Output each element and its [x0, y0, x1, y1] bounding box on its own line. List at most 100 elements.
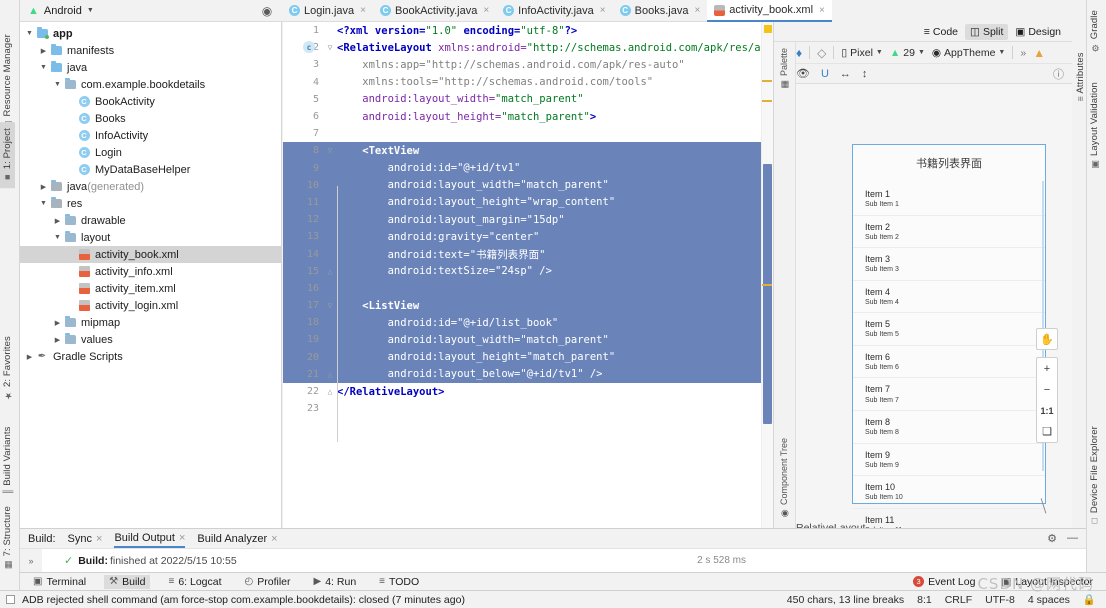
tool-window-run[interactable]: ▶ 4: Run [309, 575, 362, 589]
code-line-22[interactable]: 22 △ </RelativeLayout> [283, 383, 773, 400]
tree-item-mydatabasehelper[interactable]: C MyDataBaseHelper [20, 161, 281, 178]
right-tab-layout-validation[interactable]: ▣ Layout Validation [1087, 76, 1102, 175]
tool-window-event-log[interactable]: 3 Event Log [908, 575, 980, 589]
code-line-5[interactable]: 5 android:layout_width="match_parent" [283, 91, 773, 108]
code-line-13[interactable]: 13 android:gravity="center" [283, 228, 773, 246]
vertical-align-icon[interactable]: ↕ [862, 68, 868, 80]
file-encoding[interactable]: UTF-8 [985, 594, 1015, 606]
tree-item-values[interactable]: ▶ values [20, 331, 281, 348]
zoom-in-button[interactable]: + [1037, 358, 1057, 379]
right-tab-device-file-explorer[interactable]: □ Device File Explorer [1087, 420, 1102, 532]
close-icon[interactable]: × [360, 5, 366, 16]
tool-window-terminal[interactable]: ▣ Terminal [28, 575, 91, 589]
tree-item-bookactivity[interactable]: C BookActivity [20, 93, 281, 110]
code-fold-toggle[interactable]: △ [325, 370, 335, 379]
code-fold-toggle[interactable]: ▽ [325, 43, 335, 52]
horizontal-align-icon[interactable]: ↔ [840, 68, 851, 80]
twisty-expanded-icon[interactable]: ▼ [52, 81, 63, 88]
code-line-19[interactable]: 19 android:layout_width="match_parent" [283, 331, 773, 349]
code-line-18[interactable]: 18 android:id="@+id/list_book" [283, 314, 773, 332]
twisty-expanded-icon[interactable]: ▼ [24, 30, 35, 37]
warning-icon[interactable]: ▲ [1033, 46, 1045, 60]
blueprint-icon[interactable]: ◇ [817, 46, 826, 60]
device-preview[interactable]: 书籍列表界面 Item 1 Sub Item 1 Item 2 Sub Item 2I… [852, 144, 1046, 528]
code-line-23[interactable]: 23 [283, 400, 773, 417]
close-icon[interactable]: × [694, 5, 700, 16]
code-fold-toggle[interactable]: △ [325, 387, 335, 396]
palette-tab[interactable]: ▦ Palette [779, 48, 789, 89]
tree-item-books[interactable]: C Books [20, 110, 281, 127]
editor-tab-books-java[interactable]: C Books.java × [612, 0, 708, 22]
tree-item-infoactivity[interactable]: C InfoActivity [20, 127, 281, 144]
tree-item-java[interactable]: ▶ java (generated) [20, 178, 281, 195]
tree-item-login[interactable]: C Login [20, 144, 281, 161]
twisty-expanded-icon[interactable]: ▼ [52, 234, 63, 241]
tree-item-activity-info-xml[interactable]: activity_info.xml [20, 263, 281, 280]
tool-window-todo[interactable]: ≡ TODO [374, 575, 424, 589]
left-tab-structure[interactable]: ▦ 7: Structure [0, 500, 15, 575]
code-line-9[interactable]: 9 android:id="@+id/tv1" [283, 159, 773, 177]
design-canvas[interactable]: 书籍列表界面 Item 1 Sub Item 1 Item 2 Sub Item 2I… [796, 84, 1072, 528]
close-icon[interactable]: × [179, 532, 185, 544]
code-line-16[interactable]: 16 [283, 279, 773, 297]
tree-item-java[interactable]: ▼ java [20, 59, 281, 76]
tree-item-gradle-scripts[interactable]: ▶ ✒ Gradle Scripts [20, 348, 281, 365]
preview-listview[interactable]: Item 1 Sub Item 1 Item 2 Sub Item 2 Item 3 Su… [853, 183, 1045, 528]
code-line-2[interactable]: 2 ▽ <RelativeLayout xmlns:android="http://… [283, 39, 773, 56]
tree-item-com-example-bookdetails[interactable]: ▼ com.example.bookdetails [20, 76, 281, 93]
lock-icon[interactable]: 🔒 [1083, 593, 1096, 606]
twisty-expanded-icon[interactable]: ▼ [38, 64, 49, 71]
build-tab-sync[interactable]: Sync × [68, 533, 103, 545]
sync-icon[interactable]: ◉ [262, 4, 272, 18]
twisty-collapsed-icon[interactable]: ▶ [38, 47, 49, 55]
tree-item-layout[interactable]: ▼ layout [20, 229, 281, 246]
layers-icon[interactable]: ♦ [796, 46, 802, 60]
code-line-3[interactable]: 3 xmlns:app="http://schemas.android.com/… [283, 56, 773, 73]
code-line-4[interactable]: 4 xmlns:tools="http://schemas.android.co… [283, 74, 773, 91]
code-line-12[interactable]: 12 android:layout_margin="15dp" [283, 211, 773, 229]
twisty-collapsed-icon[interactable]: ▶ [24, 353, 35, 361]
close-icon[interactable]: × [96, 533, 102, 545]
twisty-collapsed-icon[interactable]: ▶ [52, 217, 63, 225]
code-line-6[interactable]: 6 android:layout_height="match_parent"> [283, 108, 773, 125]
tree-item-mipmap[interactable]: ▶ mipmap [20, 314, 281, 331]
left-tab-favorites[interactable]: ★ 2: Favorites [0, 330, 15, 406]
code-line-11[interactable]: 11 android:layout_height="wrap_content" [283, 193, 773, 212]
tool-window-build[interactable]: ⚒ Build [104, 574, 151, 589]
code-line-17[interactable]: 17 ▽ <ListView [283, 297, 773, 315]
caret-position[interactable]: 8:1 [917, 594, 932, 606]
code-line-14[interactable]: 14 android:text="书籍列表界面" [283, 245, 773, 263]
code-line-21[interactable]: 21 △ android:layout_below="@+id/tv1" /> [283, 365, 773, 383]
close-icon[interactable]: × [271, 533, 277, 545]
close-icon[interactable]: × [819, 5, 825, 16]
mode-button-code[interactable]: ≡ Code [919, 24, 963, 40]
editor-scrollbar[interactable] [761, 22, 773, 528]
magnet-icon[interactable]: U [821, 68, 829, 80]
zoom-out-button[interactable]: − [1037, 379, 1057, 400]
minimize-icon[interactable]: — [1067, 532, 1078, 545]
mode-button-split[interactable]: ◫ Split [965, 23, 1009, 40]
attributes-tab[interactable]: ≡ Attributes [1073, 46, 1088, 108]
tree-item-manifests[interactable]: ▶ manifests [20, 42, 281, 59]
code-line-20[interactable]: 20 android:layout_height="match_parent" [283, 348, 773, 366]
close-icon[interactable]: × [600, 5, 606, 16]
build-tab-build-output[interactable]: Build Output × [114, 529, 186, 548]
module-selector[interactable]: ▲ Android ▼ [20, 5, 102, 17]
tool-window-profiler[interactable]: ◴ Profiler [240, 575, 296, 589]
tree-item-activity-login-xml[interactable]: activity_login.xml [20, 297, 281, 314]
code-line-15[interactable]: 15 △ android:textSize="24sp" /> [283, 262, 773, 280]
line-separator[interactable]: CRLF [945, 594, 972, 606]
tree-item-app[interactable]: ▼ app [20, 25, 281, 42]
code-editor[interactable]: 1 <?xml version="1.0" encoding="utf-8"?> 2… [283, 22, 773, 528]
mode-button-design[interactable]: ▣ Design [1010, 24, 1066, 40]
code-line-7[interactable]: 7 [283, 125, 773, 142]
theme-selector[interactable]: ◉ AppTheme ▼ [932, 47, 1005, 59]
editor-tab-infoactivity-java[interactable]: C InfoActivity.java × [496, 0, 613, 22]
zoom-actual-size-button[interactable]: 1:1 [1037, 400, 1057, 421]
project-tool-window[interactable]: ▼ app ▶ manifests ▼ java ▼ com.example.bookdeta… [20, 22, 282, 528]
editor-tab-login-java[interactable]: C Login.java × [282, 0, 373, 22]
twisty-collapsed-icon[interactable]: ▶ [38, 183, 49, 191]
editor-tab-bookactivity-java[interactable]: C BookActivity.java × [373, 0, 497, 22]
api-level-selector[interactable]: ▲ 29 ▼ [890, 47, 925, 59]
tool-window-logcat[interactable]: ≡ 6: Logcat [163, 575, 226, 589]
